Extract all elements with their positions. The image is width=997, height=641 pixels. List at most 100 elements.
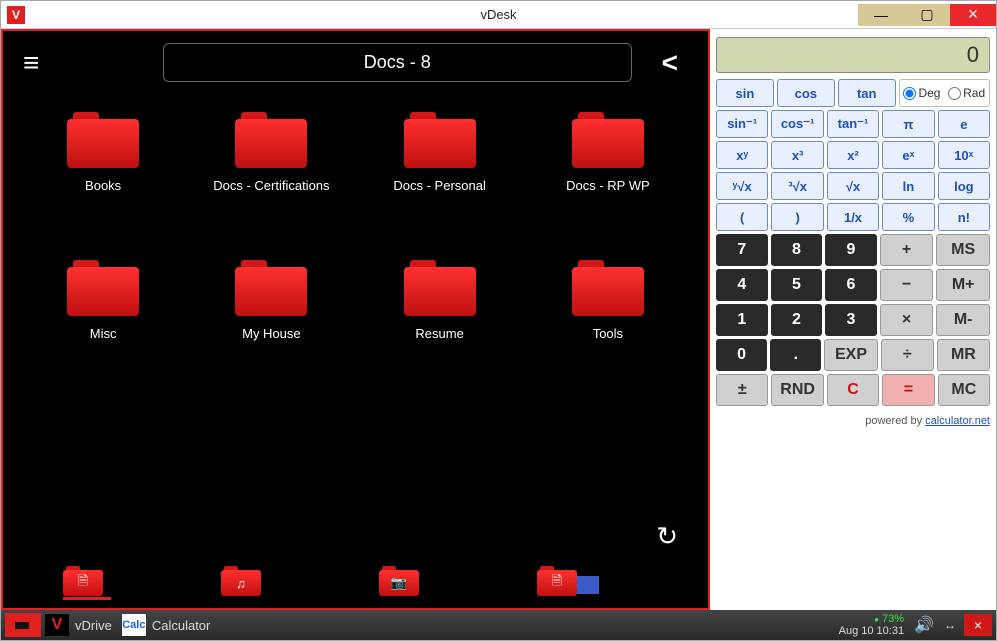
folder-icon — [572, 112, 644, 168]
calc-sci-button[interactable]: n! — [938, 203, 990, 231]
window-title: vDesk — [480, 7, 516, 22]
calc-button[interactable]: 0 — [716, 339, 767, 371]
calc-sci-button[interactable]: x² — [827, 141, 879, 169]
calc-button[interactable]: . — [770, 339, 821, 371]
minimize-button[interactable]: — — [858, 4, 904, 26]
calc-sci-button[interactable]: 10ˣ — [938, 141, 990, 169]
refresh-icon[interactable]: ↻ — [656, 521, 678, 552]
app-icon: V — [45, 614, 69, 636]
folder-item[interactable]: My House — [191, 252, 351, 392]
calc-button[interactable]: ± — [716, 374, 768, 406]
back-icon[interactable]: < — [662, 47, 688, 79]
taskbar-launcher-icon[interactable] — [5, 613, 41, 637]
calc-button[interactable]: 7 — [716, 234, 768, 266]
calc-sci-button[interactable]: cos — [777, 79, 835, 107]
calc-sci-button[interactable]: π — [882, 110, 934, 138]
deg-radio[interactable]: Deg — [903, 86, 940, 100]
folder-icon — [235, 112, 307, 168]
calc-sci-button[interactable]: ( — [716, 203, 768, 231]
category-tab[interactable]: 🗎 — [537, 566, 585, 600]
menu-icon[interactable]: ≡ — [23, 47, 63, 79]
overlay-badge — [577, 576, 599, 594]
calc-sci-button[interactable]: ) — [771, 203, 823, 231]
calc-button[interactable]: 8 — [771, 234, 823, 266]
file-browser-pane: ≡ Docs - 8 < Books Docs - Certifications D… — [1, 29, 710, 610]
calc-sci-button[interactable]: xʸ — [716, 141, 768, 169]
calc-button[interactable]: 6 — [825, 269, 877, 301]
calc-button[interactable]: 9 — [825, 234, 877, 266]
calc-button[interactable]: 1 — [716, 304, 768, 336]
calculator-net-link[interactable]: calculator.net — [925, 415, 990, 427]
close-button[interactable]: × — [950, 4, 996, 26]
calc-sci-button[interactable]: cos⁻¹ — [771, 110, 823, 138]
folder-label: Docs - Certifications — [213, 178, 329, 193]
calc-sci-button[interactable]: √x — [827, 172, 879, 200]
app-icon: V — [7, 6, 25, 24]
calc-op-button[interactable]: + — [880, 234, 934, 266]
folder-icon — [235, 260, 307, 316]
calc-sci-button[interactable]: ln — [882, 172, 934, 200]
folder-item[interactable]: Misc — [23, 252, 183, 392]
calc-display: 0 — [716, 37, 990, 73]
volume-icon[interactable]: 🔊 — [914, 615, 934, 635]
calc-sci-button[interactable]: 1/x — [827, 203, 879, 231]
folder-title: Docs - 8 — [163, 43, 632, 82]
taskbar-close-button[interactable]: × — [964, 614, 992, 636]
calc-sci-button[interactable]: e — [938, 110, 990, 138]
calc-op-button[interactable]: × — [880, 304, 934, 336]
calc-sci-button[interactable]: sin — [716, 79, 774, 107]
folder-label: My House — [242, 326, 301, 341]
calc-button[interactable]: 2 — [771, 304, 823, 336]
calc-op-button[interactable]: ÷ — [881, 339, 934, 371]
calc-button[interactable]: 5 — [771, 269, 823, 301]
calc-sci-button[interactable]: sin⁻¹ — [716, 110, 768, 138]
battery-status: ● 73% Aug 10 10:31 — [839, 613, 904, 637]
folder-item[interactable]: Docs - RP WP — [528, 104, 688, 244]
folder-label: Docs - RP WP — [566, 178, 650, 193]
folder-label: Tools — [593, 326, 623, 341]
calc-sci-button[interactable]: x³ — [771, 141, 823, 169]
folder-item[interactable]: Docs - Personal — [360, 104, 520, 244]
calc-mem-button[interactable]: MS — [936, 234, 990, 266]
category-tab[interactable]: 📷 — [379, 566, 427, 600]
titlebar: V vDesk — ▢ × — [1, 1, 996, 29]
calc-sci-button[interactable]: % — [882, 203, 934, 231]
calc-button[interactable]: 4 — [716, 269, 768, 301]
folder-item[interactable]: Docs - Certifications — [191, 104, 351, 244]
calc-mem-button[interactable]: MR — [937, 339, 990, 371]
calc-mem-button[interactable]: M- — [936, 304, 990, 336]
powered-by: powered by calculator.net — [716, 415, 990, 427]
calc-op-button[interactable]: − — [880, 269, 934, 301]
calc-mem-button[interactable]: M+ — [936, 269, 990, 301]
rad-radio[interactable]: Rad — [948, 86, 985, 100]
folder-icon — [572, 260, 644, 316]
app-icon: Calc — [122, 614, 146, 636]
calc-button[interactable]: C — [827, 374, 879, 406]
taskbar-app[interactable]: VvDrive — [45, 610, 122, 640]
calc-op-button[interactable]: = — [882, 374, 934, 406]
calc-sci-button[interactable]: ³√x — [771, 172, 823, 200]
folder-label: Resume — [415, 326, 463, 341]
folder-label: Books — [85, 178, 121, 193]
calc-mem-button[interactable]: MC — [938, 374, 990, 406]
folder-item[interactable]: Tools — [528, 252, 688, 392]
taskbar-app[interactable]: CalcCalculator — [122, 610, 221, 640]
calc-button[interactable]: 3 — [825, 304, 877, 336]
calc-sci-button[interactable]: ʸ√x — [716, 172, 768, 200]
taskbar-arrows-icon[interactable]: ↔ — [944, 618, 954, 632]
calc-sci-button[interactable]: log — [938, 172, 990, 200]
folder-item[interactable]: Resume — [360, 252, 520, 392]
folder-icon — [67, 260, 139, 316]
calculator-pane: 0 sincostan Deg Rad sin⁻¹cos⁻¹tan⁻¹πe xʸx³… — [710, 29, 996, 610]
calc-sci-button[interactable]: tan⁻¹ — [827, 110, 879, 138]
calc-sci-button[interactable]: tan — [838, 79, 896, 107]
maximize-button[interactable]: ▢ — [904, 4, 950, 26]
calc-button[interactable]: EXP — [824, 339, 877, 371]
angle-mode: Deg Rad — [899, 79, 990, 107]
category-tab[interactable]: 🗎 — [63, 566, 111, 600]
calc-sci-button[interactable]: eˣ — [882, 141, 934, 169]
folder-item[interactable]: Books — [23, 104, 183, 244]
calc-button[interactable]: RND — [771, 374, 823, 406]
category-tab[interactable]: ♫ — [221, 566, 269, 600]
taskbar: VvDriveCalcCalculator ● 73% Aug 10 10:31… — [1, 610, 996, 640]
